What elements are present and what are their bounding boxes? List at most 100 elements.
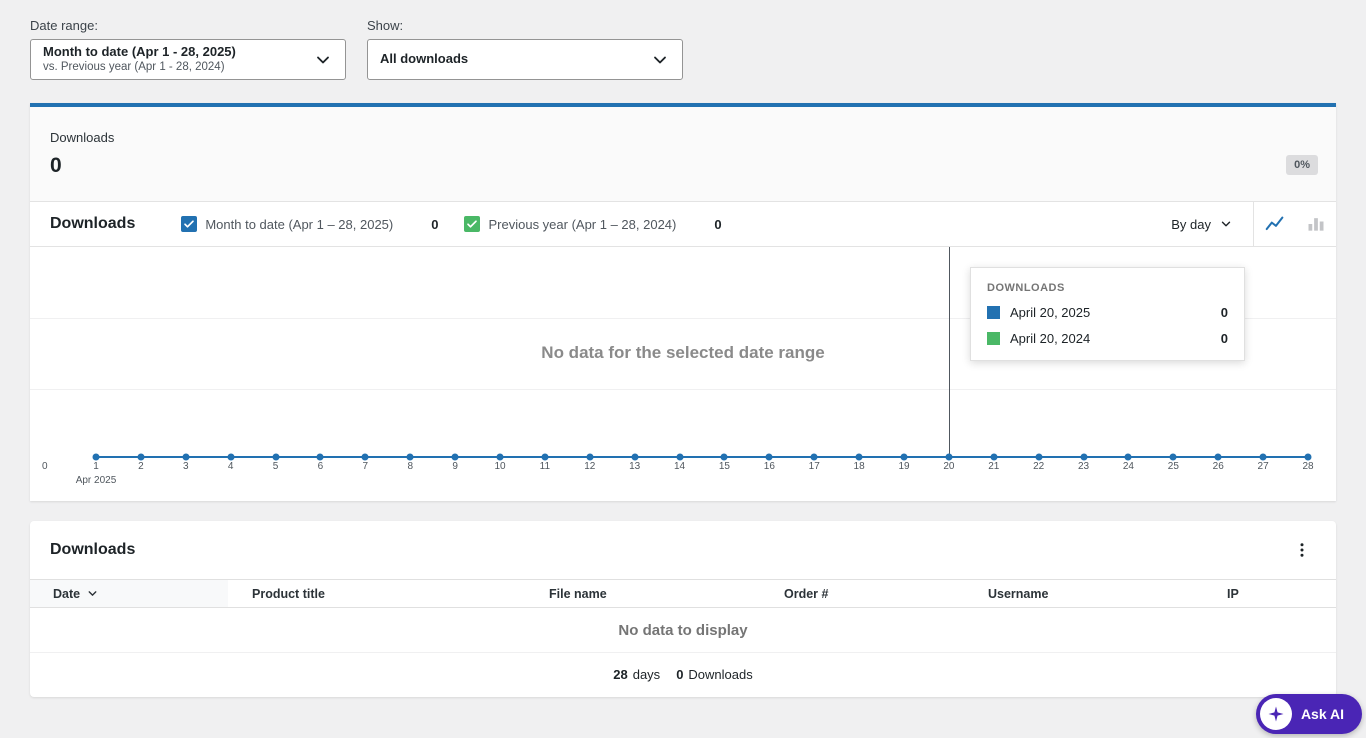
- hover-crosshair-line: [948, 247, 950, 457]
- bar-chart-toggle-button[interactable]: [1295, 202, 1336, 246]
- data-point[interactable]: [945, 453, 953, 461]
- data-point[interactable]: [316, 453, 324, 461]
- date-range-select[interactable]: Month to date (Apr 1 - 28, 2025) vs. Pre…: [30, 39, 346, 80]
- downloads-table-card: Downloads Date Product title File name O…: [30, 521, 1336, 697]
- x-tick-label: 3: [182, 461, 189, 472]
- data-point[interactable]: [855, 453, 863, 461]
- downloads-report-card: Downloads 0 0% Downloads Month to date (…: [30, 103, 1336, 501]
- x-tick-label: 2: [138, 461, 144, 472]
- data-point[interactable]: [1169, 453, 1177, 461]
- kebab-menu-button[interactable]: [1288, 536, 1316, 564]
- show-select[interactable]: All downloads: [367, 39, 683, 80]
- ask-ai-label: Ask AI: [1300, 706, 1344, 722]
- line-chart-icon: [1264, 213, 1286, 235]
- chart-tooltip: DOWNLOADS April 20, 2025 0 April 20, 202…: [970, 267, 1245, 361]
- x-tick-label: 26: [1212, 461, 1224, 472]
- x-tick-label: 22: [1033, 461, 1045, 472]
- legend-item-previous-period[interactable]: Previous year (Apr 1 – 28, 2024) 0: [464, 216, 722, 232]
- data-point[interactable]: [496, 453, 504, 461]
- data-point[interactable]: [631, 453, 639, 461]
- chevron-down-icon: [1219, 217, 1233, 231]
- x-tick-label: 11: [539, 461, 551, 472]
- data-point[interactable]: [900, 453, 908, 461]
- footer-downloads-count: 0: [676, 667, 684, 682]
- legend-item-current-period[interactable]: Month to date (Apr 1 – 28, 2025) 0: [181, 216, 438, 232]
- legend-value: 0: [714, 216, 722, 232]
- footer-days-count: 28: [613, 667, 628, 682]
- table-header-row: Date Product title File name Order # Use…: [30, 579, 1336, 608]
- x-tick-label: 9: [452, 461, 458, 472]
- data-point[interactable]: [1304, 453, 1312, 461]
- ask-ai-button[interactable]: Ask AI: [1255, 694, 1362, 734]
- x-tick-label: 15: [718, 461, 730, 472]
- column-header-order-number[interactable]: Order #: [760, 580, 964, 607]
- data-point[interactable]: [1035, 453, 1043, 461]
- chart-header: Downloads Month to date (Apr 1 – 28, 202…: [30, 202, 1336, 247]
- checkbox-checked-icon: [181, 216, 198, 232]
- x-tick-label: 18: [853, 461, 865, 472]
- data-point[interactable]: [272, 453, 280, 461]
- x-tick-label: 27: [1257, 461, 1269, 472]
- data-point[interactable]: [765, 453, 773, 461]
- column-header-username[interactable]: Username: [964, 580, 1203, 607]
- x-tick-label: 23: [1077, 461, 1090, 472]
- x-tick-label: 21: [988, 461, 1000, 472]
- y-axis-zero-label: 0: [42, 461, 48, 472]
- x-tick-label: 12: [584, 461, 596, 472]
- x-tick-label: 28: [1302, 461, 1314, 472]
- data-point[interactable]: [1214, 453, 1222, 461]
- data-point[interactable]: [1259, 453, 1267, 461]
- x-tick-label: 16: [763, 461, 775, 472]
- interval-select[interactable]: By day: [1151, 202, 1253, 246]
- show-filter-value: All downloads: [380, 51, 469, 67]
- chart-plot-area: No data for the selected date range 0 Ap…: [30, 247, 1336, 501]
- data-point[interactable]: [676, 453, 684, 461]
- table-empty-message: No data to display: [30, 608, 1336, 653]
- checkbox-checked-icon: [464, 216, 481, 232]
- data-point[interactable]: [182, 453, 190, 461]
- data-point[interactable]: [361, 453, 369, 461]
- data-point[interactable]: [451, 453, 459, 461]
- data-point[interactable]: [227, 453, 235, 461]
- date-range-label: Date range:: [30, 18, 98, 33]
- table-title: Downloads: [50, 541, 136, 558]
- sort-chevron-down-icon: [86, 587, 99, 600]
- data-point[interactable]: [1124, 453, 1132, 461]
- data-point[interactable]: [586, 453, 594, 461]
- summary-delta-badge: 0%: [1286, 155, 1318, 175]
- data-point[interactable]: [990, 453, 998, 461]
- column-header-product-title[interactable]: Product title: [228, 580, 525, 607]
- analytics-downloads-page: Date range: Month to date (Apr 1 - 28, 2…: [0, 0, 1366, 738]
- column-header-date[interactable]: Date: [30, 580, 228, 607]
- x-tick-label: 7: [362, 461, 369, 472]
- x-tick-label: 5: [272, 461, 279, 472]
- chevron-down-icon: [313, 50, 333, 70]
- chevron-down-icon: [650, 50, 670, 70]
- column-header-ip[interactable]: IP: [1203, 580, 1336, 607]
- x-tick-label: 1: [93, 461, 99, 472]
- summary-number-downloads[interactable]: Downloads 0 0%: [30, 107, 1336, 202]
- x-tick-label: 4: [227, 461, 234, 472]
- series-swatch-icon: [987, 332, 1000, 345]
- date-range-value: Month to date (Apr 1 - 28, 2025) vs. Pre…: [43, 44, 236, 74]
- column-header-file-name[interactable]: File name: [525, 580, 760, 607]
- x-tick-label: 10: [494, 461, 506, 472]
- tooltip-heading: DOWNLOADS: [987, 282, 1065, 294]
- data-point[interactable]: [541, 453, 549, 461]
- chart-title: Downloads: [50, 215, 136, 232]
- tooltip-row: April 20, 2025 0: [987, 305, 1228, 320]
- data-point[interactable]: [406, 453, 414, 461]
- legend-label: Month to date (Apr 1 – 28, 2025): [205, 216, 394, 232]
- x-tick-label: 20: [943, 461, 955, 472]
- data-point[interactable]: [137, 453, 145, 461]
- data-point[interactable]: [1080, 453, 1088, 461]
- data-point[interactable]: [810, 453, 818, 461]
- footer-days-unit: days: [632, 667, 661, 682]
- data-point[interactable]: [720, 453, 728, 461]
- show-filter-label: Show:: [367, 18, 404, 33]
- line-chart-toggle-button[interactable]: [1254, 202, 1295, 246]
- data-point[interactable]: [92, 453, 100, 461]
- x-axis-month-label: Apr 2025: [75, 475, 117, 486]
- footer-downloads-unit: Downloads: [688, 667, 753, 682]
- legend-value: 0: [431, 216, 439, 232]
